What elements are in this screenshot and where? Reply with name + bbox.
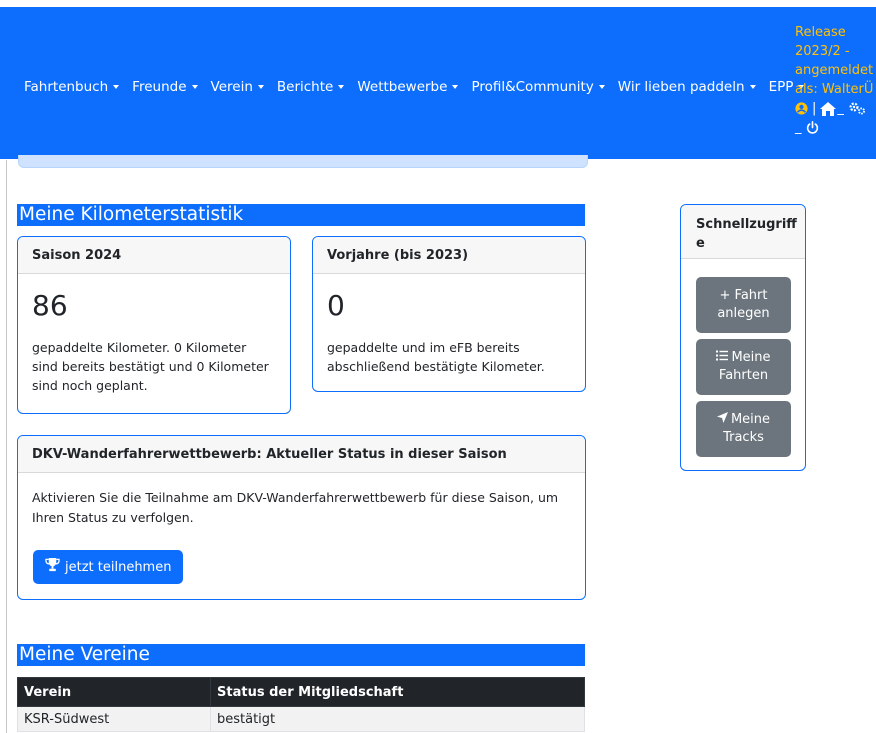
nav-menu: Fahrtenbuch Freunde Verein Berichte Wett… [24,79,805,95]
user-actions-row: | _ [795,99,875,118]
nav-item-profil-community[interactable]: Profil&Community [471,79,605,95]
gears-icon[interactable] [848,102,866,115]
jetzt-teilnehmen-button[interactable]: jetzt teilnehmen [33,550,184,584]
caret-down-icon [257,85,264,89]
trophy-icon [45,558,60,576]
user-circle-icon[interactable] [795,102,808,115]
release-line-1: Release [795,25,846,40]
fahrt-anlegen-button[interactable]: + Fahrt anlegen [696,277,791,333]
caret-down-icon [598,85,605,89]
card-header: Vorjahre (bis 2023) [313,237,585,274]
dkv-text: Aktivieren Sie die Teilnahme am DKV-Wand… [32,490,559,525]
card-header: Schnellzugriffe [681,205,805,259]
nav-label: Profil&Community [471,79,594,95]
release-line-4: als: WalterÜ [795,82,874,97]
nav-label: Verein [210,79,253,95]
nav-label: Fahrtenbuch [24,79,109,95]
underscore-text: _ [837,101,844,116]
nav-item-berichte[interactable]: Berichte [276,79,345,95]
card-schnellzugriffe: Schnellzugriffe + Fahrt anlegen Meine Fa… [680,204,806,471]
nav-item-wettbewerbe[interactable]: Wettbewerbe [357,79,459,95]
button-label-line1: Meine [730,412,771,427]
caret-down-icon [452,85,459,89]
location-arrow-icon [716,411,728,429]
previous-km-text: gepaddelte und im eFB bereits abschließe… [327,340,545,374]
caret-down-icon [338,85,345,89]
top-navbar: Fahrtenbuch Freunde Verein Berichte Wett… [0,7,876,159]
caret-down-icon [191,85,198,89]
season-km-text: gepaddelte Kilometer. 0 Kilometer sind b… [32,340,269,393]
card-header: DKV-Wanderfahrerwettbewerb: Aktueller St… [18,436,585,473]
table-cell-status: bestätigt [210,706,585,732]
page-left-border [6,160,7,733]
button-label-line1: + Fahrt [719,288,768,303]
button-line1: Meine [716,411,771,429]
power-off-icon[interactable] [806,121,819,134]
button-label-line2: Fahrten [718,368,769,383]
card-header: Saison 2024 [18,237,290,274]
nav-label: Wettbewerbe [357,79,448,95]
season-km-number: 86 [32,289,68,322]
release-user-info: Release 2023/2 - angemeldet als: WalterÜ… [795,23,875,137]
nav-item-verein[interactable]: Verein [211,79,264,95]
caret-down-icon [113,85,120,89]
nav-label: Freunde [132,79,187,95]
logout-row: _ [795,118,875,137]
underscore-text: _ [795,120,802,135]
button-label-line2: Tracks [723,430,764,445]
nav-item-freunde[interactable]: Freunde [132,79,198,95]
vereine-table: Verein Status der Mitgliedschaft KSR-Süd… [17,677,585,732]
nav-item-fahrtenbuch[interactable]: Fahrtenbuch [24,79,120,95]
separator: | [812,101,817,116]
table-header-row: Verein Status der Mitgliedschaft [17,677,585,707]
nav-label: EPP [768,79,794,95]
section-title-vereine: Meine Vereine [17,644,585,666]
section-title-kilometerstatistik: Meine Kilometerstatistik [17,204,585,226]
nav-label: Berichte [276,79,334,95]
caret-down-icon [749,85,756,89]
table-cell-verein: KSR-Südwest [17,706,211,732]
column-header-status: Status der Mitgliedschaft [210,677,585,707]
button-label: jetzt teilnehmen [65,559,172,575]
meine-tracks-button[interactable]: Meine Tracks [696,401,791,457]
column-header-verein: Verein [17,677,211,707]
card-season-2024: Saison 2024 86 gepaddelte Kilometer. 0 K… [17,236,291,414]
card-dkv-status: DKV-Wanderfahrerwettbewerb: Aktueller St… [17,435,586,600]
release-line-3: angemeldet [795,63,874,78]
button-line1: Meine [716,349,771,367]
alert-box-bottom [18,155,588,168]
button-label-line1: Meine [731,350,771,365]
nav-label: Wir lieben paddeln [617,79,745,95]
meine-fahrten-button[interactable]: Meine Fahrten [696,339,791,395]
list-icon [716,349,729,367]
release-line-2: 2023/2 - [795,44,850,59]
nav-item-wir-lieben-paddeln[interactable]: Wir lieben paddeln [618,79,756,95]
home-icon[interactable] [820,101,837,116]
table-row: KSR-Südwest bestätigt [17,706,585,732]
previous-km-number: 0 [327,289,345,322]
card-previous-years: Vorjahre (bis 2023) 0 gepaddelte und im … [312,236,586,392]
button-label-line2: anlegen [717,306,770,321]
